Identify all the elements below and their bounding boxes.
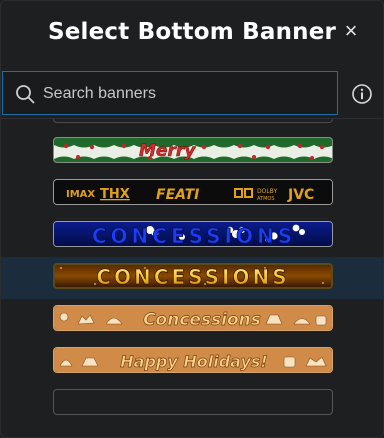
search-row [1, 71, 383, 117]
thx-logo: THX [100, 187, 130, 202]
banner-list[interactable]: Merry IMAX THX FEATI DOLBY ATMOS JVC CON… [1, 119, 383, 437]
svg-text:DOLBY: DOLBY [257, 188, 277, 195]
banner-logos-thumbnail: IMAX THX FEATI DOLBY ATMOS JVC [53, 179, 333, 205]
banner-item-blue-concessions[interactable]: CONCESSIONS [1, 215, 383, 257]
banner-empty-thumbnail [53, 389, 333, 415]
banner-gingerbread-concessions-text: Concessions [143, 310, 261, 330]
banner-gingerbread-concessions-thumbnail: Concessions [53, 305, 333, 331]
banner-item-gold-concessions[interactable]: CONCESSIONS [1, 257, 383, 299]
imax-logo: IMAX [66, 189, 95, 200]
select-banner-dialog: Select Bottom Banner × Search banners Me… [0, 0, 384, 438]
banner-item-partial[interactable] [53, 119, 333, 123]
feati-logo: FEATI [156, 187, 199, 203]
info-icon[interactable] [351, 83, 373, 105]
search-input[interactable] [41, 72, 335, 116]
banner-item-happy-holidays[interactable]: Happy Holidays! [1, 341, 383, 383]
banner-gold-text: CONCESSIONS [96, 265, 289, 287]
search-box[interactable] [2, 71, 338, 116]
banner-blue-text: CONCESSIONS [92, 224, 296, 247]
banner-item-gingerbread-concessions[interactable]: Concessions [1, 299, 383, 341]
banner-item-merry[interactable]: Merry [1, 131, 383, 173]
dialog-title: Select Bottom Banner [47, 19, 337, 45]
jvc-logo: JVC [287, 187, 314, 203]
banner-happy-holidays-thumbnail: Happy Holidays! [53, 347, 333, 373]
banner-happy-holidays-text: Happy Holidays! [120, 352, 267, 371]
search-icon [16, 85, 35, 104]
svg-text:ATMOS: ATMOS [257, 196, 275, 202]
banner-item-theater-logos[interactable]: IMAX THX FEATI DOLBY ATMOS JVC [1, 173, 383, 215]
banner-item-empty[interactable] [1, 383, 383, 425]
banner-merry-thumbnail: Merry [53, 137, 333, 163]
banner-gold-thumbnail: CONCESSIONS [53, 263, 333, 289]
banner-blue-thumbnail: CONCESSIONS [53, 221, 333, 247]
banner-merry-text: Merry [139, 141, 196, 161]
close-icon[interactable]: × [341, 20, 361, 42]
